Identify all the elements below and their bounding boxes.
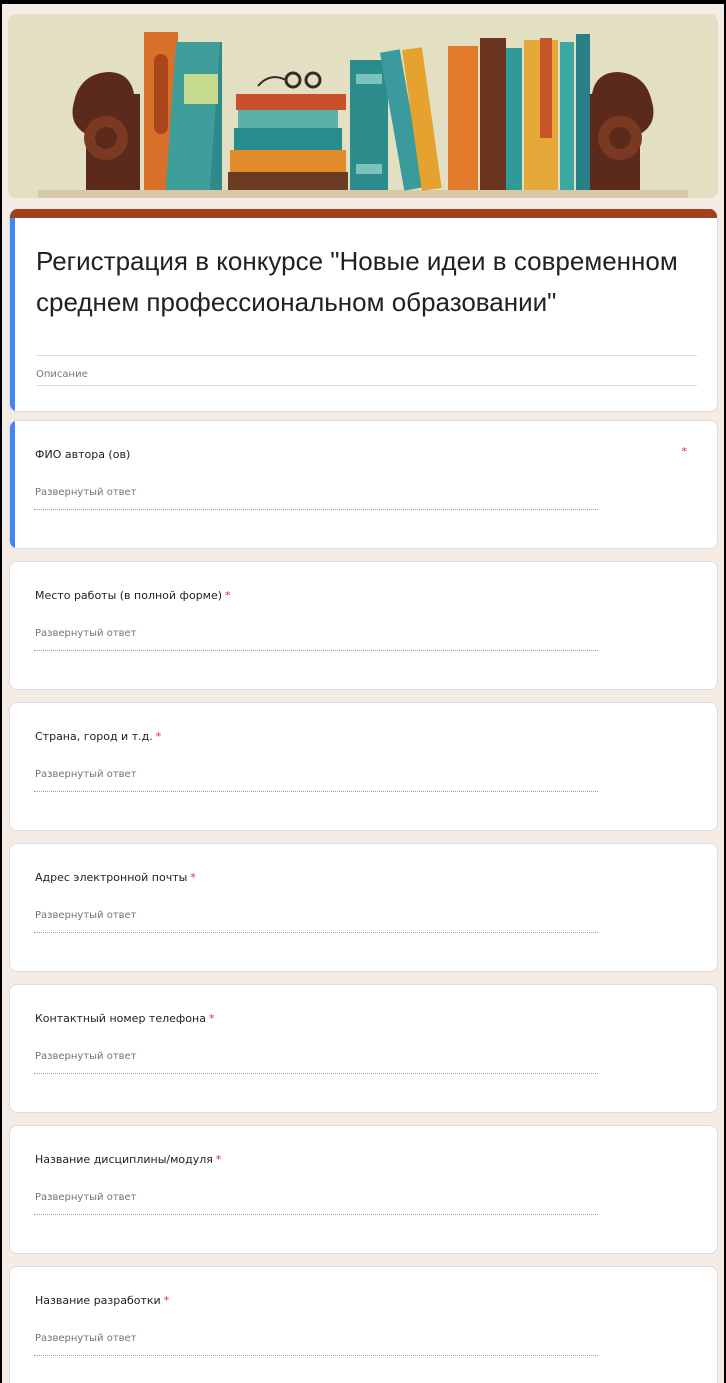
answer-field-line[interactable] — [34, 1214, 598, 1215]
answer-field-line[interactable] — [34, 932, 598, 933]
title-accent-bar — [10, 209, 717, 218]
question-card[interactable]: Страна, город и т.д. * Развернутый ответ — [9, 702, 718, 831]
question-card[interactable]: Название дисциплины/модуля * Развернутый … — [9, 1125, 718, 1254]
bookshelf-illustration — [8, 14, 718, 198]
question-card[interactable]: Название разработки * Развернутый ответ — [9, 1266, 718, 1383]
form-page: Регистрация в конкурсе "Новые идеи в сов… — [2, 4, 724, 1383]
question-card[interactable]: Место работы (в полной форме) * Развернут… — [9, 561, 718, 690]
active-indicator — [10, 218, 15, 411]
question-card[interactable]: Адрес электронной почты * Развернутый отв… — [9, 843, 718, 972]
question-card[interactable]: ФИО автора (ов) * Развернутый ответ — [9, 420, 718, 549]
answer-placeholder[interactable]: Развернутый ответ — [35, 769, 137, 780]
question-label: Место работы (в полной форме) * — [35, 589, 231, 602]
title-divider — [36, 355, 697, 356]
required-marker: * — [155, 730, 162, 743]
answer-field-line[interactable] — [34, 1073, 598, 1074]
question-label: Страна, город и т.д. * — [35, 730, 162, 743]
answer-placeholder[interactable]: Развернутый ответ — [35, 487, 137, 498]
answer-placeholder[interactable]: Развернутый ответ — [35, 628, 137, 639]
required-marker: * — [681, 445, 688, 458]
required-marker: * — [215, 1153, 222, 1166]
active-indicator — [10, 421, 15, 548]
question-label: Название дисциплины/модуля * — [35, 1153, 222, 1166]
answer-field-line[interactable] — [34, 791, 598, 792]
required-marker: * — [190, 871, 196, 884]
question-card[interactable]: Контактный номер телефона * Развернутый о… — [9, 984, 718, 1113]
required-marker: * — [225, 589, 231, 602]
answer-placeholder[interactable]: Развернутый ответ — [35, 1192, 137, 1203]
question-label: Название разработки * — [35, 1294, 170, 1307]
description-divider — [36, 385, 697, 386]
answer-field-line[interactable] — [34, 509, 598, 510]
answer-field-line[interactable] — [34, 650, 598, 651]
required-marker: * — [163, 1294, 170, 1307]
form-description[interactable]: Описание — [36, 369, 88, 380]
form-title[interactable]: Регистрация в конкурсе "Новые идеи в сов… — [36, 241, 696, 323]
question-label: Адрес электронной почты * — [35, 871, 196, 884]
question-label: Контактный номер телефона * — [35, 1012, 215, 1025]
question-label: ФИО автора (ов) — [35, 448, 131, 461]
form-title-card: Регистрация в конкурсе "Новые идеи в сов… — [9, 209, 718, 412]
header-banner-image — [8, 14, 718, 198]
answer-placeholder[interactable]: Развернутый ответ — [35, 910, 137, 921]
answer-field-line[interactable] — [34, 1355, 598, 1356]
answer-placeholder[interactable]: Развернутый ответ — [35, 1333, 137, 1344]
answer-placeholder[interactable]: Развернутый ответ — [35, 1051, 137, 1062]
required-marker: * — [208, 1012, 215, 1025]
